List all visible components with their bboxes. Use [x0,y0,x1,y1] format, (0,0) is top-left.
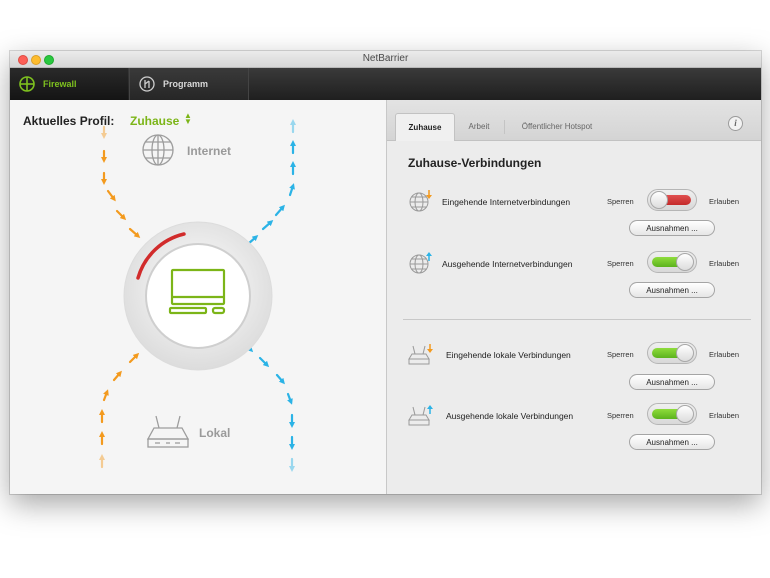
window-title: NetBarrier [362,53,409,64]
globe-outgoing-icon [409,252,432,274]
traffic-diagram [99,119,296,472]
toggle-knob[interactable] [676,405,694,423]
ausnahmen-button[interactable]: Ausnahmen ... [629,220,715,236]
program-circle-icon [139,76,155,92]
tab-programm[interactable]: Programm [129,68,249,100]
toggle-knob[interactable] [676,344,694,362]
toggle-knob[interactable] [676,253,694,271]
row-label: Eingehende lokale Verbindungen [446,350,571,360]
sperren-label: Sperren [607,259,634,268]
profile-tabs: Zuhause Arbeit Öffentlicher Hotspot i [387,100,761,141]
up-down-arrows-icon[interactable]: ▲ ▼ [184,112,192,126]
erlauben-label: Erlauben [709,350,740,359]
tab-zuhause[interactable]: Zuhause [395,113,455,141]
row-label: Eingehende Internetverbindungen [442,197,571,207]
toolbar: Firewall Programm [10,68,761,100]
connections-panel: Zuhause Arbeit Öffentlicher Hotspot i Zu… [387,100,761,494]
tab-programm-label: Programm [163,79,209,89]
incoming-internet-toggle[interactable] [647,189,697,211]
outgoing-arrow [128,352,140,364]
outgoing-internet-toggle[interactable] [647,251,697,273]
incoming-arrow [286,392,293,405]
outgoing-arrow [102,389,109,402]
outgoing-arrow [261,220,274,231]
incoming-local-toggle[interactable] [647,342,697,364]
incoming-arrow [258,356,270,368]
sperren-label: Sperren [607,411,634,420]
section-title: Zuhause-Verbindungen [408,156,542,170]
row-label: Ausgehende lokale Verbindungen [446,411,574,421]
internet-globe-icon [142,134,174,166]
tab-separator [504,120,505,134]
sperren-label: Sperren [607,197,634,206]
router-icon [146,415,190,448]
incoming-arrow [106,189,116,202]
profile-selector[interactable]: Zuhause [130,114,179,128]
outgoing-arrow [288,183,295,197]
router-incoming-icon [408,344,433,365]
incoming-arrow [115,209,127,221]
internet-label: Internet [187,144,232,158]
outgoing-arrow [274,204,285,217]
incoming-arrow [275,373,285,385]
ausnahmen-button[interactable]: Ausnahmen ... [629,374,715,390]
globe-incoming-icon [409,190,432,212]
erlauben-label: Erlauben [709,411,740,420]
tab-firewall-label: Firewall [43,79,77,89]
outgoing-arrow [112,370,122,382]
crosshair-globe-icon [19,76,35,92]
tab-arbeit[interactable]: Arbeit [457,113,501,140]
profile-label: Aktuelles Profil: [23,114,115,128]
erlauben-label: Erlauben [709,197,740,206]
tab-firewall[interactable]: Firewall [10,68,128,100]
sperren-label: Sperren [607,350,634,359]
tab-oeffentlicher-hotspot[interactable]: Öffentlicher Hotspot [507,113,607,140]
section-divider [403,319,751,320]
router-outgoing-icon [408,405,433,426]
lokal-label: Lokal [199,426,231,440]
app-window: NetBarrier Firewall Programm Aktuelles P… [10,51,761,494]
ausnahmen-button[interactable]: Ausnahmen ... [629,282,715,298]
firewall-diagram-panel: Aktuelles Profil: Zuhause ▲ ▼ Internet Lo… [10,100,387,494]
toggle-knob[interactable] [650,191,668,209]
title-bar: NetBarrier [10,51,761,68]
ausnahmen-button[interactable]: Ausnahmen ... [629,434,715,450]
outgoing-local-toggle[interactable] [647,403,697,425]
erlauben-label: Erlauben [709,259,740,268]
info-icon[interactable]: i [728,116,743,131]
row-label: Ausgehende Internetverbindungen [442,259,573,269]
incoming-arrow [128,227,141,238]
